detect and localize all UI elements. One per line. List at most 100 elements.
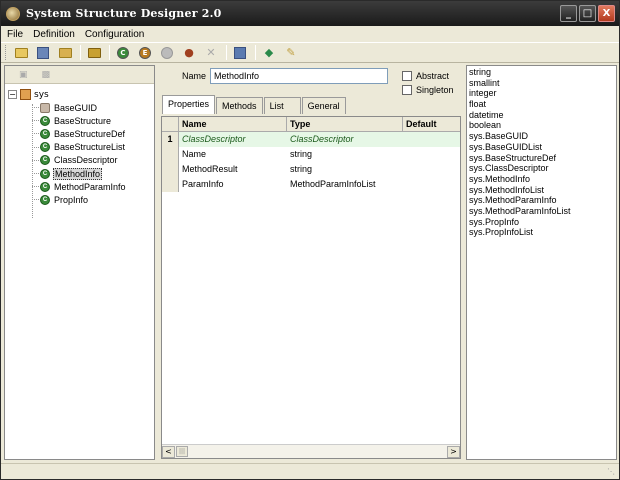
generate-icon[interactable]: ●	[180, 45, 198, 61]
scroll-left-button[interactable]: <	[162, 445, 175, 458]
class-icon: C	[40, 128, 50, 139]
cell-default[interactable]	[403, 177, 460, 192]
tree-item-propinfo[interactable]: C PropInfo	[5, 193, 154, 206]
tree-item-baseguid[interactable]: BaseGUID	[5, 101, 154, 114]
type-list-item[interactable]: sys.BaseGUIDList	[469, 142, 614, 153]
type-list-item[interactable]: string	[469, 67, 614, 78]
column-header-type[interactable]: Type	[287, 117, 403, 131]
refresh-icon[interactable]	[85, 45, 103, 61]
grid-header: Name Type Default	[162, 117, 460, 132]
tree-item-label: ClassDescriptor	[54, 155, 118, 166]
cell-name[interactable]: ParamInfo	[179, 177, 287, 192]
app-icon[interactable]	[6, 6, 20, 21]
tree-item-label: PropInfo	[54, 194, 89, 205]
tree-item-basestructure[interactable]: C BaseStructure	[5, 114, 154, 127]
menu-file[interactable]: File	[3, 29, 27, 40]
type-list-item[interactable]: smallint	[469, 78, 614, 89]
save-icon[interactable]	[34, 45, 52, 61]
scroll-right-button[interactable]: >	[447, 445, 460, 458]
row-number	[162, 177, 179, 192]
toolbar-grip[interactable]	[5, 45, 8, 60]
type-list-item[interactable]: sys.ClassDescriptor	[469, 163, 614, 174]
cell-default[interactable]	[403, 147, 460, 162]
cell-type[interactable]: string	[287, 162, 403, 177]
column-header-name[interactable]: Name	[179, 117, 287, 131]
close-button[interactable]: X	[598, 5, 615, 22]
tree-item-basestructurelist[interactable]: C BaseStructureList	[5, 141, 154, 154]
column-header-default[interactable]: Default	[403, 117, 460, 131]
toolbar-separator	[226, 45, 227, 60]
export-icon[interactable]: ◆	[260, 45, 278, 61]
tab-properties[interactable]: Properties	[162, 95, 216, 114]
scroll-thumb[interactable]: |||	[176, 446, 188, 457]
cell-name[interactable]: Name	[179, 147, 287, 162]
type-list-item[interactable]: sys.BaseGUID	[469, 131, 614, 142]
tree-item-label: BaseStructureDef	[54, 128, 126, 139]
edit-icon[interactable]: ✎	[282, 45, 300, 61]
abstract-checkbox-row[interactable]: Abstract	[402, 71, 449, 81]
app-window: System Structure Designer 2.0 _ □ X File…	[0, 0, 620, 480]
tree-item-methodinfo[interactable]: C MethodInfo	[5, 167, 154, 180]
horizontal-scrollbar[interactable]: < ||| >	[162, 444, 460, 458]
toolbar-separator	[80, 45, 81, 60]
status-bar: ⋱	[1, 463, 619, 479]
table-row[interactable]: MethodResult string	[162, 162, 460, 177]
class-icon: C	[40, 142, 50, 153]
cell-name[interactable]: MethodResult	[179, 162, 287, 177]
type-list-item[interactable]: sys.MethodParamInfoList	[469, 206, 614, 217]
type-list-item[interactable]: sys.MethodInfo	[469, 174, 614, 185]
tree-hierarchy-icon[interactable]: ▩	[42, 70, 51, 80]
abstract-checkbox[interactable]	[402, 71, 412, 81]
add-enum-icon[interactable]: E	[136, 45, 154, 61]
table-row[interactable]: ParamInfo MethodParamInfoList	[162, 177, 460, 192]
type-list-item[interactable]: boolean	[469, 120, 614, 131]
menu-configuration[interactable]: Configuration	[81, 29, 148, 40]
tab-list[interactable]: List	[263, 97, 301, 114]
type-list-item[interactable]: integer	[469, 88, 614, 99]
cell-default[interactable]	[403, 132, 460, 147]
tab-methods[interactable]: Methods	[216, 97, 263, 114]
type-list-item[interactable]: sys.MethodInfoList	[469, 185, 614, 196]
minimize-button[interactable]: _	[560, 5, 577, 22]
toolbar-separator	[109, 45, 110, 60]
type-list-item[interactable]: float	[469, 99, 614, 110]
open-project-icon[interactable]	[56, 45, 74, 61]
tree-item-label: BaseStructureList	[54, 142, 126, 153]
tree-move-up-icon[interactable]: ▣	[19, 70, 28, 80]
tree-item-methodparaminfo[interactable]: C MethodParamInfo	[5, 180, 154, 193]
tab-general[interactable]: General	[301, 97, 346, 114]
title-bar: System Structure Designer 2.0 _ □ X	[1, 1, 619, 26]
table-row[interactable]: Name string	[162, 147, 460, 162]
type-list-item[interactable]: sys.PropInfoList	[469, 227, 614, 238]
cell-type[interactable]: MethodParamInfoList	[287, 177, 403, 192]
preview-icon[interactable]	[231, 45, 249, 61]
row-number	[162, 162, 179, 177]
cell-type[interactable]: ClassDescriptor	[287, 132, 403, 147]
type-list-item[interactable]: sys.MethodParamInfo	[469, 195, 614, 206]
cell-name[interactable]: ClassDescriptor	[179, 132, 287, 147]
type-list-item[interactable]: datetime	[469, 110, 614, 121]
name-field[interactable]: MethodInfo	[210, 68, 388, 84]
singleton-checkbox[interactable]	[402, 85, 412, 95]
class-icon: C	[40, 168, 50, 179]
resize-grip-icon[interactable]: ⋱	[607, 467, 617, 477]
cell-type[interactable]: string	[287, 147, 403, 162]
type-list-item[interactable]: sys.BaseStructureDef	[469, 153, 614, 164]
tree-item-basestructuredef[interactable]: C BaseStructureDef	[5, 127, 154, 140]
singleton-checkbox-row[interactable]: Singleton	[402, 85, 454, 95]
open-folder-icon[interactable]	[12, 45, 30, 61]
add-member-icon[interactable]	[158, 45, 176, 61]
tree-item-classdescriptor[interactable]: C ClassDescriptor	[5, 154, 154, 167]
table-row[interactable]: 1 ClassDescriptor ClassDescriptor	[162, 132, 460, 147]
menu-definition[interactable]: Definition	[29, 29, 79, 40]
collapse-icon[interactable]: −	[8, 90, 17, 99]
add-class-icon[interactable]: C	[114, 45, 132, 61]
singleton-label: Singleton	[416, 85, 454, 95]
cell-default[interactable]	[403, 162, 460, 177]
delete-icon[interactable]: ✕	[202, 45, 220, 61]
type-list-item[interactable]: sys.PropInfo	[469, 217, 614, 228]
class-editor-panel: Name MethodInfo Abstract Singleton Prope…	[158, 65, 464, 460]
tree-root-sys[interactable]: − sys	[5, 88, 154, 101]
maximize-button[interactable]: □	[579, 5, 596, 22]
class-icon: C	[40, 194, 50, 205]
